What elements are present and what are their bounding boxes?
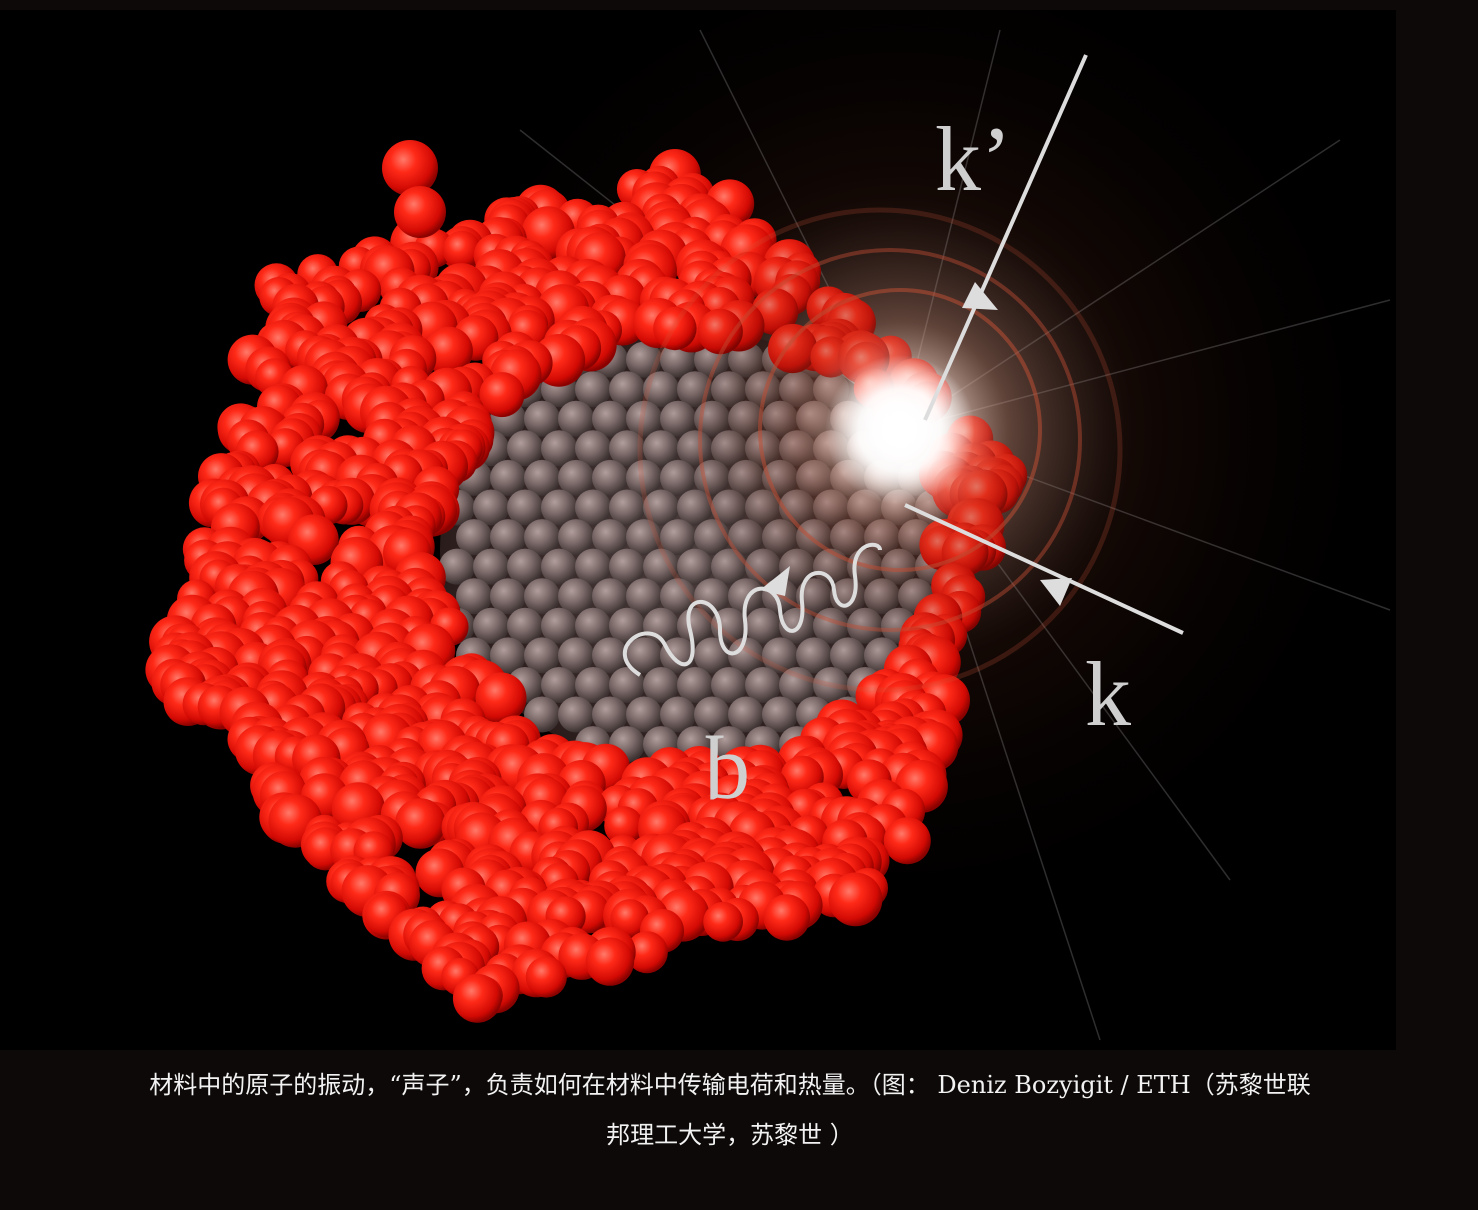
outer-atom: [382, 140, 438, 196]
illustration-svg: k’ k q: [0, 10, 1396, 1050]
outer-atom: [883, 817, 931, 865]
label-k-prime: k’: [935, 108, 1012, 210]
outer-atom: [395, 798, 446, 849]
caption: 材料中的原子的振动，“声子”，负责如何在材料中传输电荷和热量。（图： Deniz…: [0, 1060, 1460, 1160]
outer-atom: [763, 894, 810, 941]
caption-line-2: 邦理工大学，苏黎世 ）: [606, 1121, 854, 1149]
outer-atom: [452, 973, 502, 1023]
outer-atom: [828, 872, 883, 927]
nanocrystal-illustration: k’ k q: [0, 10, 1396, 1050]
label-q: q: [704, 735, 750, 837]
label-k: k: [1085, 643, 1131, 745]
page: k’ k q 材料中的原子的振动，“声子”，负责如何在材料中传输电荷和热量。（图…: [0, 0, 1478, 1210]
outer-atom: [525, 956, 567, 998]
flash-core: [825, 355, 975, 505]
outer-atom: [394, 186, 446, 238]
caption-line-1: 材料中的原子的振动，“声子”，负责如何在材料中传输电荷和热量。（图： Deniz…: [149, 1071, 1311, 1099]
outer-atom: [703, 901, 743, 942]
outer-atom: [585, 937, 635, 986]
